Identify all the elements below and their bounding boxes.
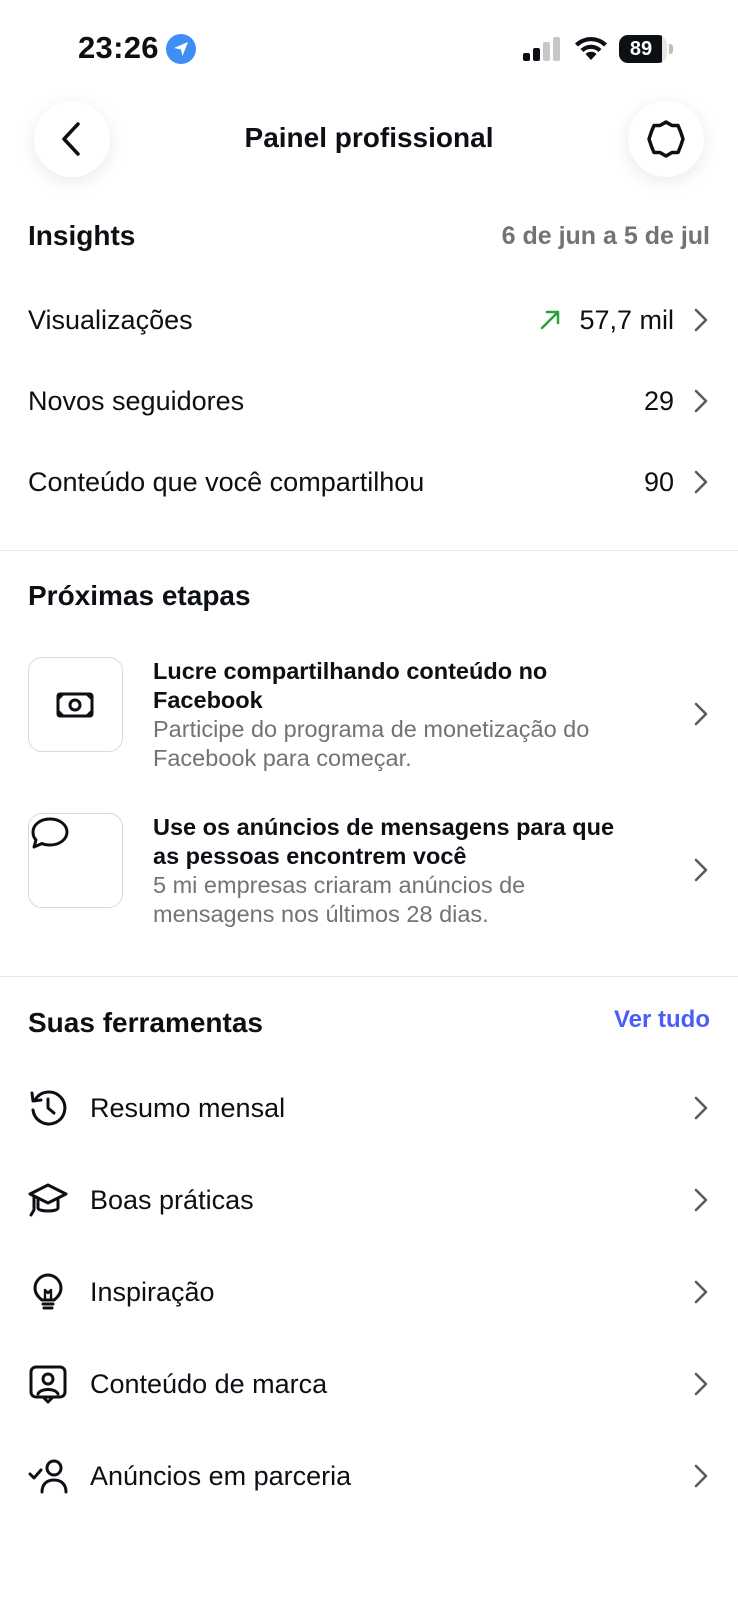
branded-content-icon [29,1365,67,1404]
step-thumbnail [28,813,123,908]
tool-label: Anúncios em parceria [90,1460,352,1491]
chevron-right-icon [694,702,708,726]
battery-indicator: 89 [619,35,673,63]
metric-value: 57,7 mil [539,305,674,336]
date-range: 6 de jun a 5 de jul [501,222,710,250]
chevron-right-icon [694,308,708,332]
tool-partnership-ads[interactable]: Anúncios em parceria [28,1446,710,1506]
metric-value: 29 [643,385,674,416]
section-divider [0,976,738,977]
history-icon [30,1090,67,1126]
next-steps-title: Próximas etapas [28,580,251,611]
metric-row-views[interactable]: Visualizações 57,7 mil [28,290,710,350]
tool-monthly-summary[interactable]: Resumo mensal [28,1078,710,1138]
battery-level: 89 [629,38,653,60]
chevron-right-icon [694,470,708,494]
see-all-link[interactable]: Ver tudo [614,1006,710,1034]
tool-label: Conteúdo de marca [90,1368,328,1399]
location-arrow-icon [166,34,196,64]
step-card-message-ads[interactable]: Use os anúncios de mensagens para que as… [28,813,710,929]
step-title: Lucre compartilhando conteúdo no Faceboo… [153,658,548,713]
tool-label: Resumo mensal [90,1092,286,1123]
insights-title: Insights [28,220,136,251]
metric-row-content-shared[interactable]: Conteúdo que você compartilhou 90 [28,452,710,512]
metric-label: Visualizações [28,304,193,335]
views-value: 57,7 mil [579,304,674,335]
graduation-cap-icon [28,1183,68,1217]
tool-label: Inspiração [90,1276,215,1307]
metric-value: 90 [643,466,674,497]
chevron-right-icon [694,1280,708,1304]
lightbulb-icon [33,1273,63,1310]
metric-label: Novos seguidores [28,385,245,416]
tool-best-practices[interactable]: Boas práticas [28,1170,710,1230]
chevron-right-icon [694,858,708,882]
chevron-right-icon [694,1372,708,1396]
section-divider [0,550,738,551]
metric-row-new-followers[interactable]: Novos seguidores 29 [28,371,710,431]
gear-icon [647,120,685,158]
speech-bubble-icon [31,817,69,849]
money-bill-icon [56,692,94,718]
step-title: Use os anúncios de mensagens para que as… [153,814,615,869]
step-card-monetization[interactable]: Lucre compartilhando conteúdo no Faceboo… [28,657,710,773]
wifi-icon [575,37,607,60]
chevron-right-icon [694,1464,708,1488]
step-subtitle: 5 mi empresas criaram anúncios de mensag… [153,872,526,927]
tool-inspiration[interactable]: Inspiração [28,1262,710,1322]
tools-title: Suas ferramentas [28,1007,264,1038]
trend-up-arrow-icon [541,310,560,330]
chevron-right-icon [694,1096,708,1120]
tool-label: Boas práticas [90,1184,254,1215]
chevron-right-icon [694,389,708,413]
partnership-ads-icon [28,1459,68,1494]
status-time: 23:26 [78,30,159,65]
tool-branded-content[interactable]: Conteúdo de marca [28,1354,710,1414]
metric-label: Conteúdo que você compartilhou [28,466,425,497]
chevron-right-icon [694,1188,708,1212]
settings-button[interactable] [628,101,704,177]
step-subtitle: Participe do programa de monetização do … [153,716,590,771]
step-thumbnail [28,657,123,752]
cellular-signal-icon [523,37,560,61]
